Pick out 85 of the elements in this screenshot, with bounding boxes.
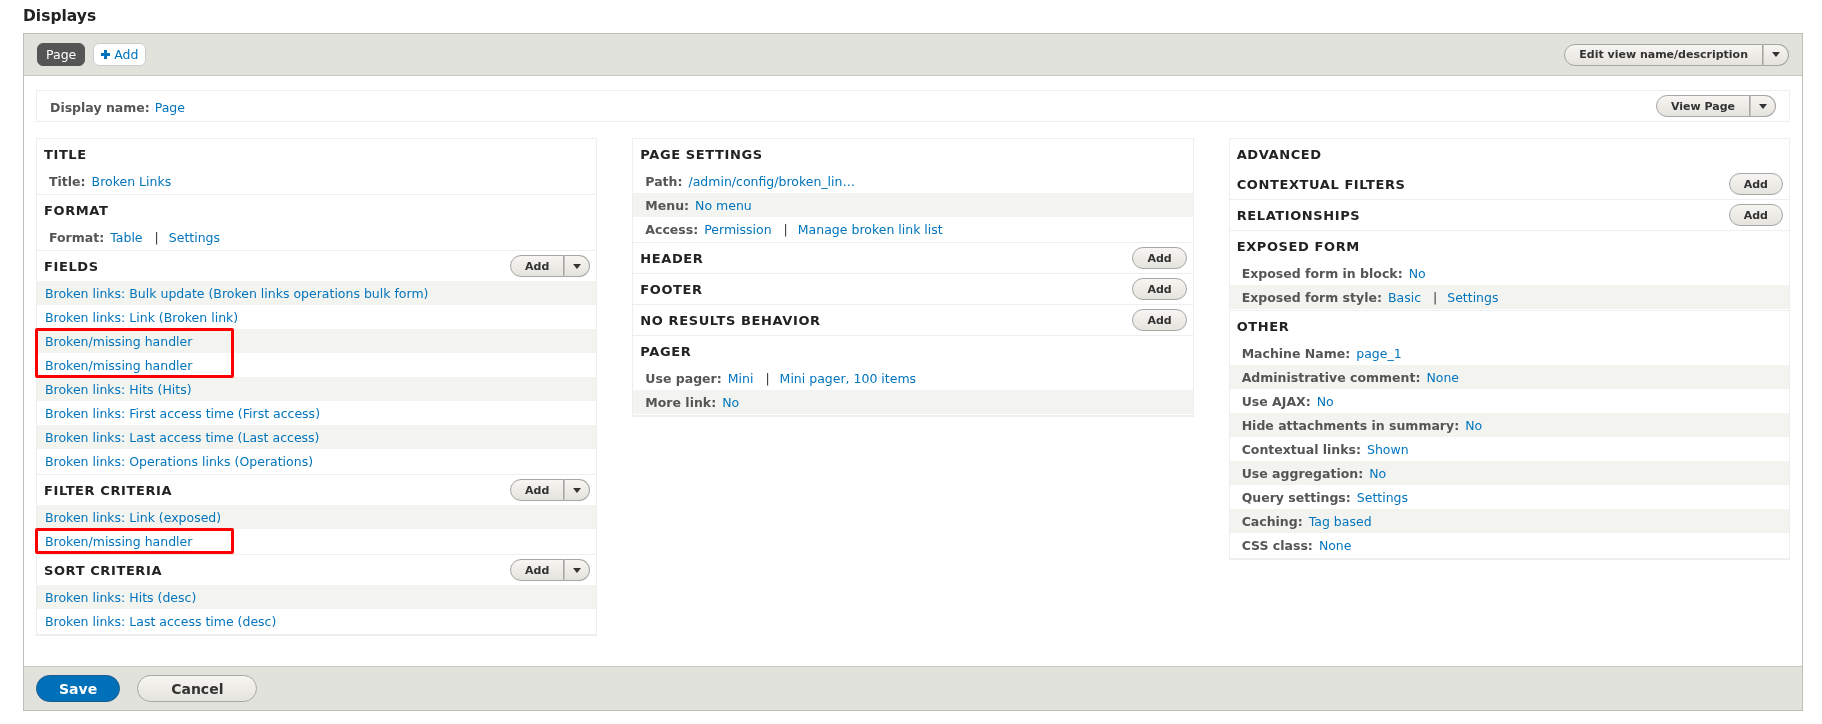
handler-link[interactable]: Broken links: Hits (Hits) bbox=[45, 381, 192, 397]
add-button[interactable]: Add bbox=[510, 559, 565, 581]
display-name-link[interactable]: Page bbox=[154, 99, 185, 115]
view-page-button[interactable]: View Page bbox=[1655, 95, 1750, 117]
setting-link[interactable]: Mini bbox=[727, 370, 754, 386]
setting-label: Query settings: bbox=[1241, 489, 1351, 505]
setting-link[interactable]: Settings bbox=[1356, 489, 1409, 505]
cancel-button[interactable]: Cancel bbox=[137, 675, 258, 702]
setting-label: Use pager: bbox=[645, 370, 722, 386]
setting-label: Contextual links: bbox=[1241, 441, 1361, 457]
setting-link[interactable]: None bbox=[1426, 369, 1460, 385]
section-heading: FORMAT bbox=[44, 202, 109, 218]
setting-link[interactable]: Basic bbox=[1387, 289, 1421, 305]
section-heading: NO RESULTS BEHAVIOR bbox=[640, 312, 821, 328]
setting-link[interactable]: Shown bbox=[1367, 441, 1409, 457]
setting-label: Machine Name: bbox=[1241, 345, 1351, 361]
setting-label: More link: bbox=[645, 394, 717, 410]
handler-link[interactable]: Broken/missing handler bbox=[45, 333, 193, 349]
add-button[interactable]: Add bbox=[510, 479, 565, 501]
setting-link[interactable]: Settings bbox=[1447, 289, 1499, 305]
setting-link[interactable]: No bbox=[722, 394, 740, 410]
display-tab[interactable]: Page bbox=[37, 43, 86, 66]
separator: | bbox=[765, 370, 770, 386]
handler-link[interactable]: Broken/missing handler bbox=[45, 533, 193, 549]
section-heading: EXPOSED FORM bbox=[1236, 238, 1360, 254]
setting-link[interactable]: No bbox=[1316, 393, 1334, 409]
setting-link[interactable]: Permission bbox=[704, 221, 772, 237]
separator: | bbox=[783, 221, 788, 237]
setting-label: Hide attachments in summary: bbox=[1241, 417, 1460, 433]
handler-link[interactable]: Broken/missing handler bbox=[45, 357, 193, 373]
handler-link[interactable]: Broken links: Link (Broken link) bbox=[45, 309, 239, 325]
section-heading: HEADER bbox=[640, 250, 704, 266]
separator: | bbox=[154, 229, 159, 245]
setting-label: Menu: bbox=[645, 197, 690, 213]
section-heading: SORT CRITERIA bbox=[44, 562, 163, 578]
setting-link[interactable]: Settings bbox=[168, 229, 221, 245]
setting-link[interactable]: page_1 bbox=[1356, 345, 1402, 361]
section-heading: PAGER bbox=[640, 343, 692, 359]
display-name-label: Display name: bbox=[50, 99, 150, 115]
setting-label: Path: bbox=[645, 173, 683, 189]
edit-view-button[interactable]: Edit view name/description bbox=[1564, 43, 1763, 66]
handler-link[interactable]: Broken links: Last access time (desc) bbox=[45, 613, 277, 629]
add-button[interactable]: Add bbox=[1132, 278, 1187, 300]
section-heading: FILTER CRITERIA bbox=[44, 482, 173, 498]
setting-link[interactable]: Table bbox=[110, 229, 143, 245]
separator: | bbox=[1433, 289, 1438, 305]
section-heading: PAGE SETTINGS bbox=[640, 146, 763, 162]
setting-link[interactable]: /admin/config/broken_lin… bbox=[688, 173, 855, 189]
setting-label: CSS class: bbox=[1241, 537, 1313, 553]
setting-label: Use aggregation: bbox=[1241, 465, 1364, 481]
setting-link[interactable]: No menu bbox=[695, 197, 752, 213]
setting-link[interactable]: No bbox=[1465, 417, 1483, 433]
setting-label: Access: bbox=[645, 221, 699, 237]
section-heading: OTHER bbox=[1236, 318, 1290, 334]
page-title: Displays bbox=[23, 6, 98, 27]
setting-link[interactable]: No bbox=[1408, 265, 1426, 281]
section-heading: TITLE bbox=[44, 146, 87, 162]
section-heading: FOOTER bbox=[640, 281, 703, 297]
add-display-button[interactable]: Add bbox=[93, 43, 147, 66]
add-button[interactable]: Add bbox=[510, 255, 565, 277]
section-heading: FIELDS bbox=[44, 258, 99, 274]
setting-link[interactable]: Manage broken link list bbox=[797, 221, 943, 237]
section-heading: CONTEXTUAL FILTERS bbox=[1236, 176, 1406, 192]
setting-link[interactable]: None bbox=[1318, 537, 1352, 553]
setting-label: Exposed form style: bbox=[1241, 289, 1382, 305]
setting-link[interactable]: No bbox=[1369, 465, 1387, 481]
setting-link[interactable]: Mini pager, 100 items bbox=[779, 370, 917, 386]
setting-label: Administrative comment: bbox=[1241, 369, 1421, 385]
add-button[interactable]: Add bbox=[1132, 247, 1187, 269]
setting-label: Format: bbox=[49, 229, 105, 245]
add-button[interactable]: Add bbox=[1132, 309, 1187, 331]
setting-link[interactable]: Broken Links bbox=[91, 173, 172, 189]
section-heading: RELATIONSHIPS bbox=[1236, 207, 1361, 223]
setting-label: Caching: bbox=[1241, 513, 1303, 529]
handler-link[interactable]: Broken links: Hits (desc) bbox=[45, 589, 197, 605]
section-heading: ADVANCED bbox=[1236, 146, 1322, 162]
handler-link[interactable]: Broken links: Operations links (Operations) bbox=[45, 453, 314, 469]
setting-link[interactable]: Tag based bbox=[1308, 513, 1372, 529]
setting-label: Use AJAX: bbox=[1241, 393, 1311, 409]
add-button[interactable]: Add bbox=[1728, 204, 1783, 226]
save-button[interactable]: Save bbox=[36, 675, 121, 702]
add-button[interactable]: Add bbox=[1728, 173, 1783, 195]
handler-link[interactable]: Broken links: First access time (First access) bbox=[45, 405, 320, 421]
setting-label: Exposed form in block: bbox=[1241, 265, 1403, 281]
setting-label: Title: bbox=[49, 173, 86, 189]
